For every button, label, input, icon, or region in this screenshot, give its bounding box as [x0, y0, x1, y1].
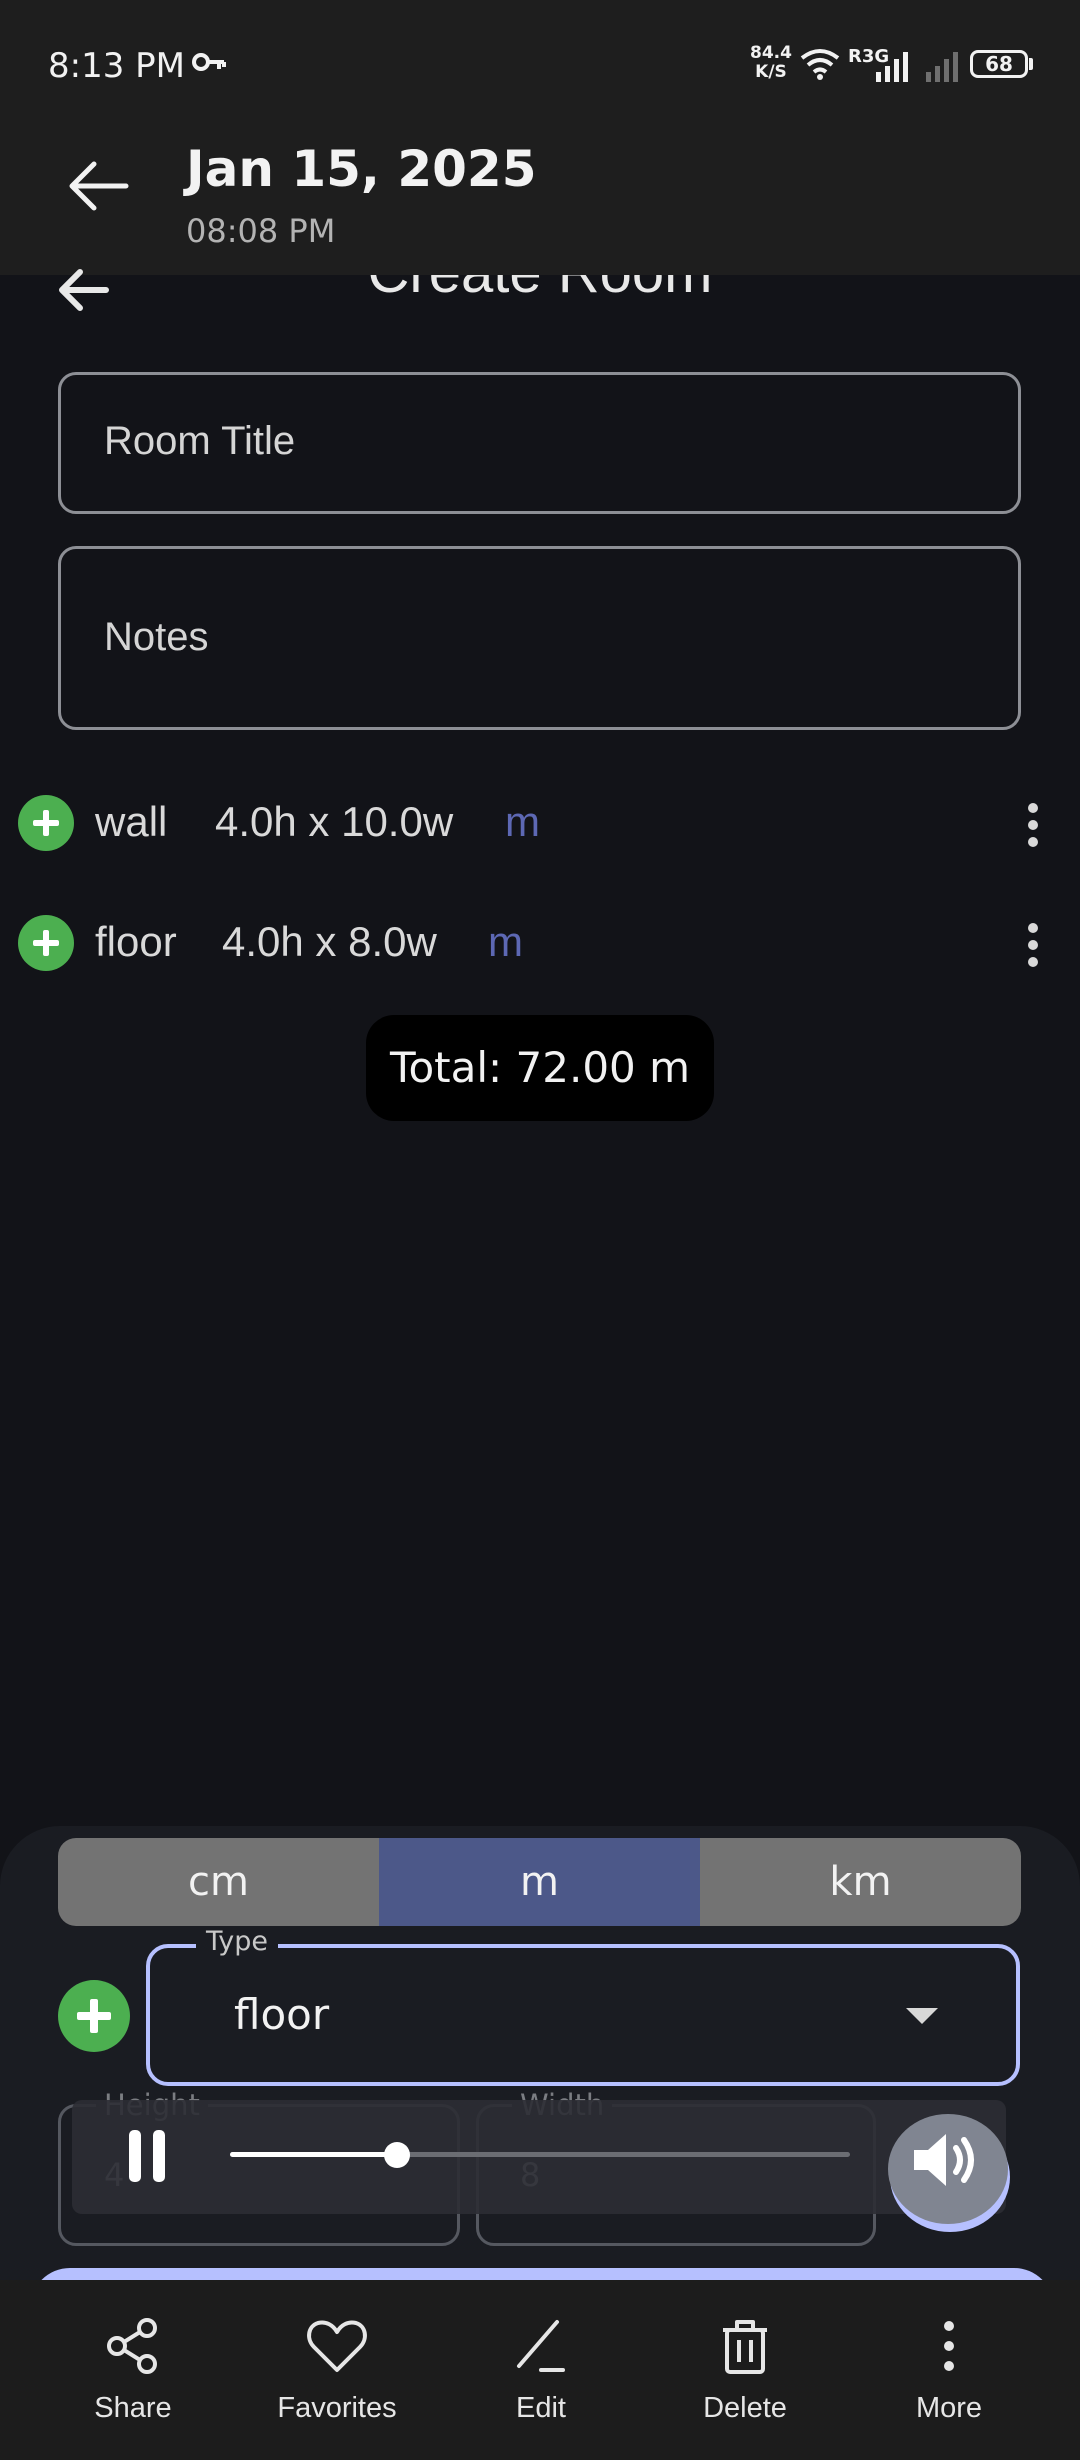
type-label: Type: [196, 1926, 279, 1957]
media-player-bar: [72, 2100, 1006, 2214]
unit-km-button[interactable]: km: [700, 1838, 1021, 1926]
seek-progress: [230, 2152, 398, 2157]
room-title-input[interactable]: Room Title: [58, 372, 1021, 514]
more-vert-icon: [944, 2321, 954, 2371]
room-title-placeholder: Room Title: [104, 419, 296, 463]
total-badge: Total: 72.00 m: [366, 1015, 714, 1121]
viewer-toolbar: Share Favorites Edit Delete More: [0, 2280, 1080, 2460]
unit-cm-button[interactable]: cm: [58, 1838, 379, 1926]
unit-m-button[interactable]: m: [379, 1838, 700, 1926]
add-icon[interactable]: [18, 795, 74, 851]
item-name: floor: [95, 918, 177, 965]
app-title-container: Create Room: [0, 275, 1080, 335]
notes-input[interactable]: Notes: [58, 546, 1021, 730]
more-label: More: [915, 2392, 983, 2424]
signal-strength-2-icon: [926, 52, 958, 82]
dropdown-caret-icon[interactable]: [906, 2008, 938, 2024]
network-speed: 84.4 K/S: [750, 43, 792, 82]
delete-button[interactable]: Delete: [637, 2280, 853, 2460]
vpn-key-icon: [192, 53, 226, 71]
list-item: floor 4.0h x 8.0w m: [0, 908, 1080, 978]
unit-toggle: cm m km: [58, 1838, 1021, 1926]
delete-icon: [723, 2320, 767, 2374]
item-name: wall: [95, 798, 168, 845]
share-label: Share: [94, 2392, 172, 2424]
viewer-time: 08:08 PM: [186, 212, 336, 250]
favorites-button[interactable]: Favorites: [229, 2280, 445, 2460]
more-button[interactable]: More: [841, 2280, 1057, 2460]
delete-label: Delete: [703, 2392, 787, 2424]
heart-icon: [307, 2320, 367, 2372]
notes-placeholder: Notes: [104, 615, 209, 659]
add-icon[interactable]: [18, 915, 74, 971]
favorites-label: Favorites: [277, 2392, 397, 2424]
signal-strength-icon: [876, 52, 908, 82]
page-title: Create Room: [0, 275, 1080, 306]
status-time: 8:13 PM: [48, 46, 185, 86]
share-button[interactable]: Share: [25, 2280, 241, 2460]
edit-label: Edit: [516, 2392, 566, 2424]
item-unit: m: [505, 798, 540, 845]
item-unit: m: [488, 918, 523, 965]
viewer-header-bar: [0, 0, 1080, 275]
item-dimensions: 4.0h x 10.0w: [215, 798, 454, 845]
edit-button[interactable]: Edit: [433, 2280, 649, 2460]
wifi-icon: [800, 49, 840, 80]
viewer-date: Jan 15, 2025: [186, 140, 537, 198]
add-item-icon[interactable]: [58, 1980, 130, 2052]
viewer-back-arrow-icon[interactable]: [66, 160, 130, 212]
pause-icon[interactable]: [125, 2128, 169, 2184]
type-value: floor: [234, 1990, 330, 2039]
share-icon: [107, 2318, 157, 2374]
volume-icon: [914, 2134, 974, 2186]
item-dimensions: 4.0h x 8.0w: [222, 918, 437, 965]
battery-tip: [1029, 58, 1033, 70]
item-menu-icon[interactable]: [1027, 803, 1039, 851]
list-item: wall 4.0h x 10.0w m: [0, 788, 1080, 858]
item-menu-icon[interactable]: [1027, 923, 1039, 971]
edit-icon: [517, 2320, 565, 2372]
battery-indicator: 68: [970, 50, 1028, 78]
